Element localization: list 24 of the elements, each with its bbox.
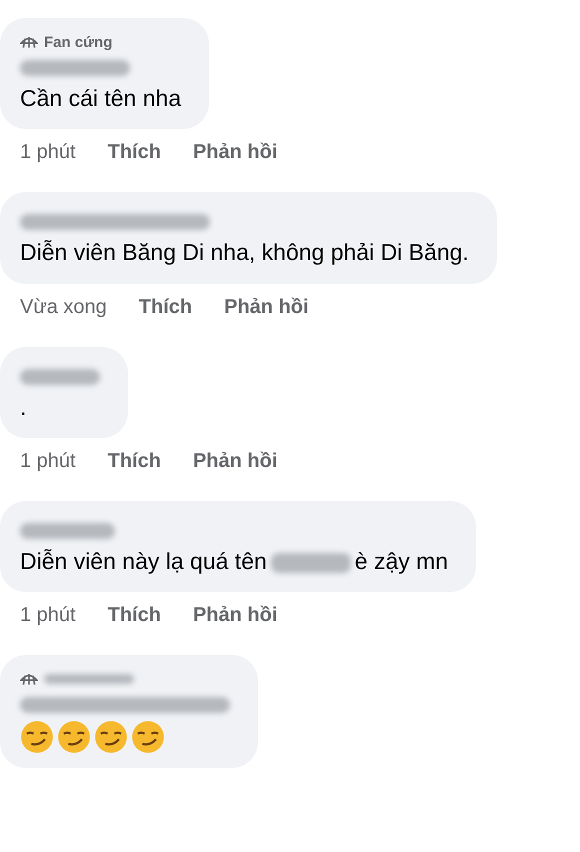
comment-text: Diễn viên Băng Di nha, không phải Di Băng. [20,239,469,266]
comment-time: 1 phút [20,141,76,164]
smirk-emoji-icon [57,720,91,754]
comment-time: Vừa xong [20,296,107,319]
reply-link[interactable]: Phản hồi [192,450,278,474]
like-link[interactable]: Thích [108,604,161,628]
comment-text: Cần cái tên nha [20,85,182,111]
reply-link[interactable]: Phản hồi [224,296,309,319]
globe-icon [20,35,38,49]
smirk-emoji-icon [94,720,128,754]
comment-text: Diễn viên này lạ quá tên [20,548,267,574]
like-link[interactable]: Thích [108,141,161,164]
comment-text: . [20,394,26,420]
reply-link[interactable]: Phản hồi [192,141,278,164]
like-link[interactable]: Thích [138,296,192,319]
reply-link[interactable]: Phản hồi [192,604,278,628]
like-link[interactable]: Thích [108,450,161,474]
badge-label: Fan cứng [44,34,112,50]
comment-time: 1 phút [20,450,76,474]
smirk-emoji-icon [20,720,54,754]
globe-icon [20,672,38,686]
comment-time: 1 phút [20,604,76,628]
comment-text: è zậy mn [354,548,448,574]
smirk-emoji-icon [131,720,165,754]
